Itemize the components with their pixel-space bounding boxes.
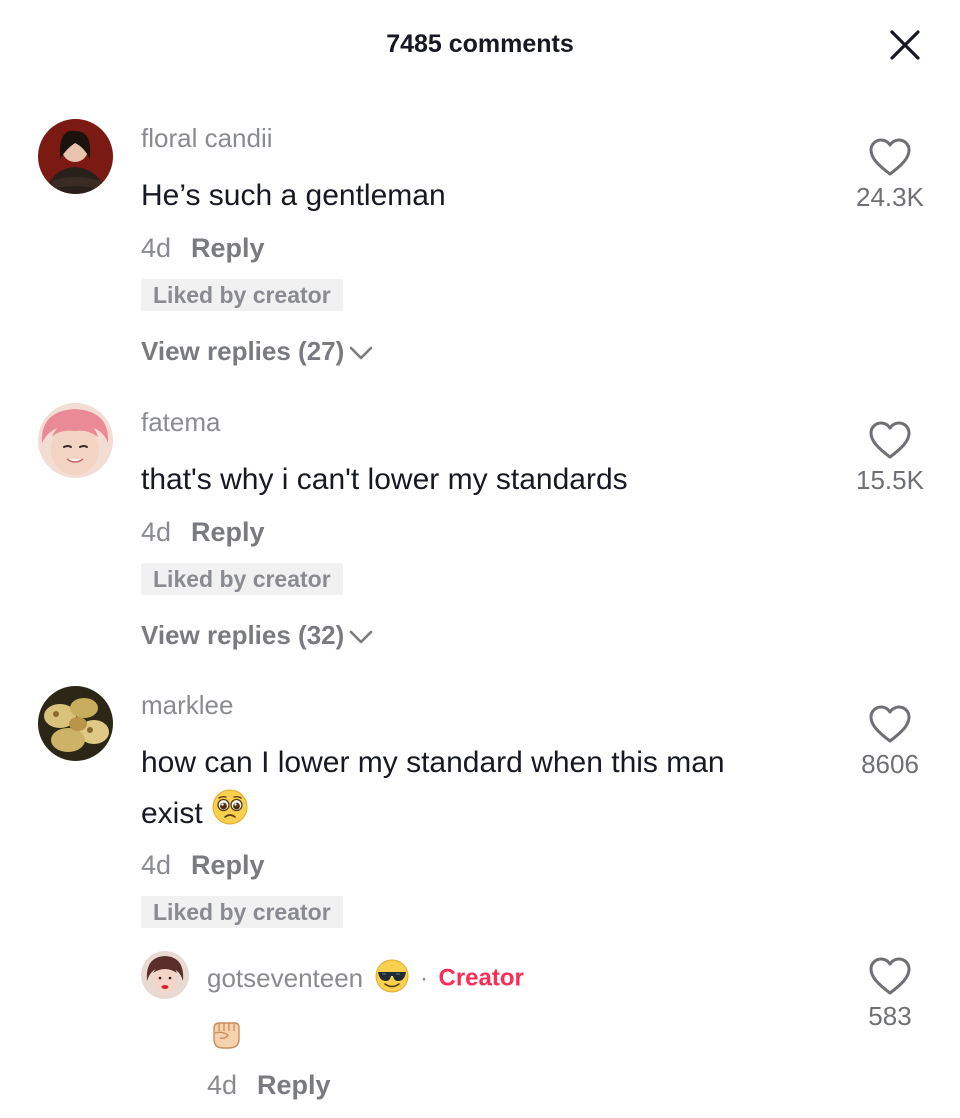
avatar[interactable] [38,119,113,194]
comment-time: 4d [141,233,172,263]
comment-text-line: exist [141,788,831,842]
reply-button[interactable]: Reply [191,850,265,880]
like-column: 24.3K [840,138,940,213]
liked-by-creator-badge: Liked by creator [141,563,343,595]
comment-time: 4d [141,517,172,547]
comment-meta: 4d Reply [141,233,265,264]
close-icon[interactable] [886,26,924,64]
reply-meta: 4d Reply [207,1070,331,1101]
comment-meta: 4d Reply [141,850,265,881]
heart-icon[interactable] [868,705,912,745]
comments-header: 7485 comments [0,0,960,92]
chevron-down-icon [348,338,374,369]
comment-username[interactable]: floral candii [141,123,273,154]
comment-text: He’s such a gentleman [141,179,446,212]
sunglasses-face-icon [374,958,410,999]
reply-button[interactable]: Reply [191,517,265,547]
view-replies-button[interactable]: View replies (27) [141,336,374,369]
heart-icon[interactable] [868,957,912,997]
comments-count-title: 7485 comments [386,30,574,58]
view-replies-label: View replies (32) [141,620,345,650]
view-replies-button[interactable]: View replies (32) [141,620,374,653]
comment-text-word: exist [141,796,203,830]
pleading-face-icon [211,788,249,842]
comment-text: that's why i can't lower my standards [141,463,628,496]
like-count: 24.3K [856,182,924,212]
like-column: 8606 [840,705,940,780]
reply-header: gotseventeen · Creator [207,958,524,999]
avatar[interactable] [38,686,113,761]
comment-text: how can I lower my standard when this ma… [141,738,831,842]
view-replies-label: View replies (27) [141,336,345,366]
reply-button[interactable]: Reply [257,1070,331,1100]
raised-fist-icon [208,1015,244,1056]
reply-time: 4d [207,1070,238,1100]
like-column: 583 [840,957,940,1032]
comment-meta: 4d Reply [141,517,265,548]
liked-by-creator-badge: Liked by creator [141,279,343,311]
heart-icon[interactable] [868,421,912,461]
avatar[interactable] [141,951,189,999]
heart-icon[interactable] [868,138,912,178]
like-count: 583 [868,1001,912,1031]
like-count: 15.5K [856,465,924,495]
like-count: 8606 [861,749,919,779]
reply-button[interactable]: Reply [191,233,265,263]
comment-username[interactable]: fatema [141,407,221,438]
avatar[interactable] [38,403,113,478]
comment-username[interactable]: marklee [141,690,233,721]
liked-by-creator-badge: Liked by creator [141,896,343,928]
comment-time: 4d [141,850,172,880]
comment-text-line: how can I lower my standard when this ma… [141,746,725,779]
like-column: 15.5K [840,421,940,496]
chevron-down-icon [348,622,374,653]
creator-label: Creator [438,964,524,992]
separator-dot: · [420,964,429,992]
reply-username[interactable]: gotseventeen [207,963,363,993]
